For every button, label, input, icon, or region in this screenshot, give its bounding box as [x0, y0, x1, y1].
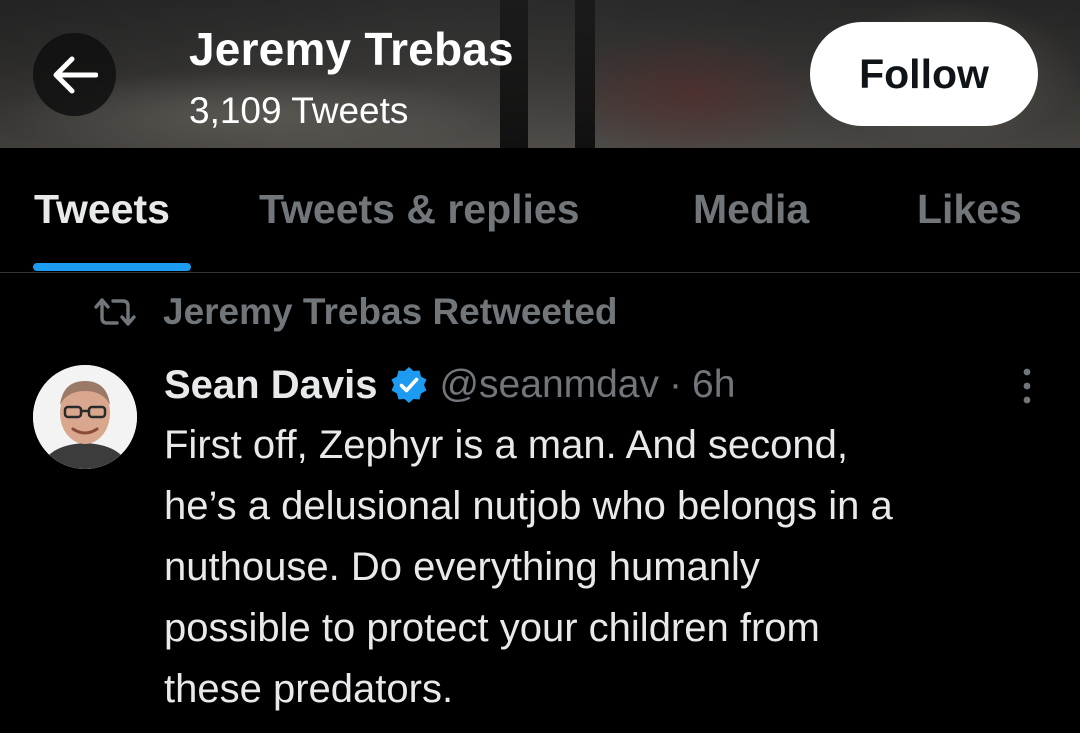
follow-button[interactable]: Follow — [810, 22, 1038, 126]
profile-header: Jeremy Trebas 3,109 Tweets Follow — [0, 0, 1080, 148]
active-tab-indicator — [33, 263, 191, 271]
author-name[interactable]: Sean Davis — [164, 363, 377, 408]
tab-tweets[interactable]: Tweets — [34, 186, 170, 233]
tab-media[interactable]: Media — [693, 186, 809, 233]
avatar-image — [33, 365, 137, 469]
back-button[interactable] — [33, 33, 116, 116]
more-options-button[interactable] — [1012, 366, 1042, 406]
separator-dot: · — [669, 363, 682, 406]
tweet-text: First off, Zephyr is a man. And second, … — [164, 423, 893, 711]
tweet-header: Sean Davis @seanmdav · 6h — [164, 359, 735, 411]
verified-badge-icon — [391, 367, 427, 403]
tab-likes[interactable]: Likes — [917, 186, 1022, 233]
retweet-label: Jeremy Trebas Retweeted — [163, 291, 618, 332]
avatar[interactable] — [33, 365, 137, 469]
header-photo-shape — [575, 0, 595, 148]
vertical-ellipsis-icon — [1023, 368, 1031, 404]
header-photo-blur — [560, 30, 820, 148]
profile-tabs: Tweets Tweets & replies Media Likes — [0, 148, 1080, 273]
arrow-left-icon — [53, 56, 98, 93]
tweet-count: 3,109 Tweets — [189, 90, 409, 131]
tab-tweets-and-replies[interactable]: Tweets & replies — [259, 186, 580, 233]
retweet-context[interactable]: Jeremy Trebas Retweeted — [93, 288, 618, 336]
tweet-time[interactable]: 6h — [692, 363, 735, 407]
retweet-icon — [94, 298, 136, 326]
author-handle[interactable]: @seanmdav — [439, 363, 659, 407]
profile-name-title: Jeremy Trebas — [189, 23, 514, 75]
